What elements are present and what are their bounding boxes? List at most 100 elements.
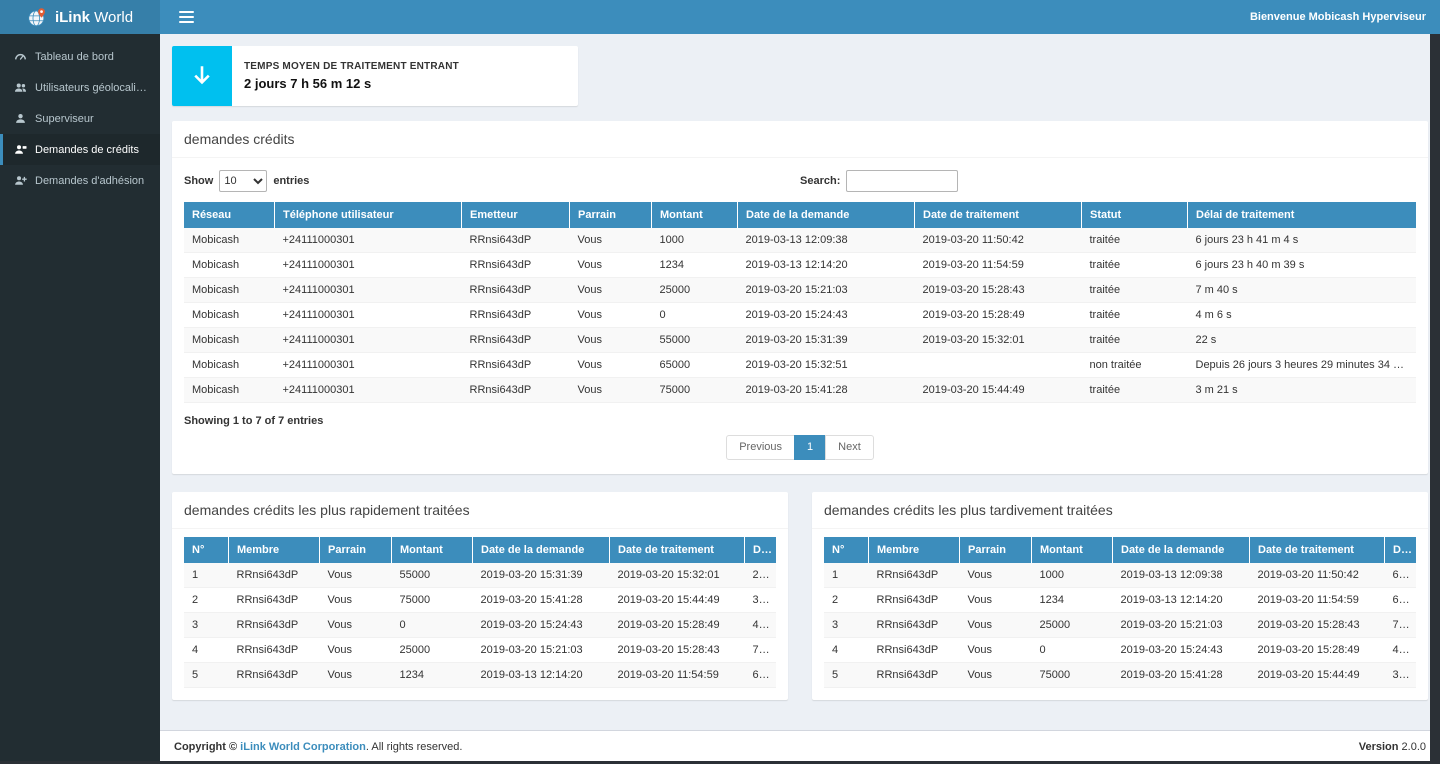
table-cell: RRnsi643dP [462,303,570,328]
table-cell: 2019-03-20 15:28:49 [610,613,745,638]
table-cell: 2019-03-20 15:28:43 [915,278,1082,303]
column-header[interactable]: Date de la demande [738,202,915,228]
slowest-table: N°MembreParrainMontantDate de la demande… [824,537,1416,688]
table-cell: 4 [184,638,229,663]
table-row: 1RRnsi643dPVous550002019-03-20 15:31:392… [184,563,776,588]
brand-title: iLink World [55,9,133,26]
table-cell: 2 [184,588,229,613]
supervisor-icon [14,112,27,125]
table-cell: 25000 [652,278,738,303]
search-input[interactable] [846,170,958,192]
sidebar-toggle-button[interactable] [172,6,201,28]
pagination-previous-button[interactable]: Previous [726,435,795,460]
table-cell [915,353,1082,378]
table-cell: 3 m 21 s [745,588,777,613]
table-cell: traitée [1082,278,1188,303]
table-cell: 1 [824,563,869,588]
column-header[interactable]: Délai de traitement [1188,202,1417,228]
table-cell: 65000 [652,353,738,378]
sidebar-item-demandes-de-cr-dits[interactable]: Demandes de crédits [0,134,160,165]
table-row: Mobicash+24111000301RRnsi643dPVous250002… [184,278,1416,303]
hamburger-icon [179,11,194,23]
column-header[interactable]: Membre [869,537,960,563]
stat-card-value: 2 jours 7 h 56 m 12 s [244,76,459,91]
table-cell: 6 jours 23 h 40 m 39 s [1188,253,1417,278]
page-length-select[interactable]: 10 [219,170,267,192]
column-header[interactable]: Montant [1032,537,1113,563]
slowest-panel-header: demandes crédits les plus tardivement tr… [812,492,1428,529]
table-cell: 25000 [1032,613,1113,638]
column-header[interactable]: N° [184,537,229,563]
table-cell: Mobicash [184,253,275,278]
table-row: 2RRnsi643dPVous12342019-03-13 12:14:2020… [824,588,1416,613]
table-cell: Vous [320,663,392,688]
column-header[interactable]: Membre [229,537,320,563]
table-cell: 6 jours 23 h 40 m 39 s [1385,588,1417,613]
sidebar-item-demandes-d-adh-sion[interactable]: Demandes d'adhésion [0,165,160,196]
column-header[interactable]: Date de la demande [1113,537,1250,563]
table-cell: Vous [960,663,1032,688]
column-header[interactable]: Parrain [960,537,1032,563]
bottom-panels-row: demandes crédits les plus rapidement tra… [172,492,1428,718]
brand-logo[interactable]: iLink World [0,0,160,34]
column-header[interactable]: Date de la demande [473,537,610,563]
pagination-page-1-button[interactable]: 1 [794,435,826,460]
fastest-panel: demandes crédits les plus rapidement tra… [172,492,788,700]
pagination-next-button[interactable]: Next [825,435,874,460]
main-content: TEMPS MOYEN DE TRAITEMENT ENTRANT 2 jour… [160,34,1440,730]
table-cell: Vous [570,353,652,378]
scrollbar[interactable] [1430,34,1440,764]
column-header[interactable]: Réseau [184,202,275,228]
table-cell: 6 jours 23 h 41 m 4 s [1385,563,1417,588]
table-row: Mobicash+24111000301RRnsi643dPVous650002… [184,353,1416,378]
column-header[interactable]: Montant [392,537,473,563]
table-row: 5RRnsi643dPVous750002019-03-20 15:41:282… [824,663,1416,688]
globe-logo-icon [27,7,48,28]
column-header[interactable]: Parrain [320,537,392,563]
table-cell: 1 [184,563,229,588]
table-cell: RRnsi643dP [229,613,320,638]
table-cell: 75000 [392,588,473,613]
sidebar-item-tableau-de-bord[interactable]: Tableau de bord [0,41,160,72]
table-cell: 4 m 6 s [745,613,777,638]
table-cell: 2019-03-20 15:41:28 [1113,663,1250,688]
sidebar-menu: Tableau de bord Utilisateurs géolocalisés… [0,34,160,196]
column-header[interactable]: Date de traitement [915,202,1082,228]
sidebar-item-superviseur[interactable]: Superviseur [0,103,160,134]
table-row: Mobicash+24111000301RRnsi643dPVous750002… [184,378,1416,403]
sidebar-item-utilisateurs-g-olocalis-s[interactable]: Utilisateurs géolocalisés [0,72,160,103]
table-cell: 2019-03-20 15:41:28 [738,378,915,403]
column-header[interactable]: Parrain [570,202,652,228]
sidebar-item-label: Superviseur [35,113,94,125]
table-cell: 25000 [392,638,473,663]
fastest-table: N°MembreParrainMontantDate de la demande… [184,537,776,688]
company-link[interactable]: iLink World Corporation [240,741,366,753]
column-header[interactable]: Délai de traitement [745,537,777,563]
table-cell: 2019-03-13 12:14:20 [473,663,610,688]
table-cell: 2019-03-20 15:32:01 [915,328,1082,353]
column-header[interactable]: Statut [1082,202,1188,228]
column-header[interactable]: Montant [652,202,738,228]
table-cell: Vous [960,588,1032,613]
column-header[interactable]: Délai de traitement [1385,537,1417,563]
table-cell: 55000 [392,563,473,588]
table-cell: 2019-03-13 12:09:38 [1113,563,1250,588]
table-row: Mobicash+24111000301RRnsi643dPVous02019-… [184,303,1416,328]
table-cell: RRnsi643dP [229,563,320,588]
table-cell: 2019-03-20 15:31:39 [738,328,915,353]
table-cell: RRnsi643dP [869,638,960,663]
table-cell: Vous [320,588,392,613]
table-cell: traitée [1082,228,1188,253]
table-cell: traitée [1082,328,1188,353]
sidebar-item-label: Tableau de bord [35,51,114,63]
column-header[interactable]: Date de traitement [1250,537,1385,563]
stat-card-avg-processing-time: TEMPS MOYEN DE TRAITEMENT ENTRANT 2 jour… [172,46,578,106]
column-header[interactable]: N° [824,537,869,563]
table-cell: 75000 [1032,663,1113,688]
table-cell: 3 m 21 s [1188,378,1417,403]
table-cell: Mobicash [184,228,275,253]
column-header[interactable]: Emetteur [462,202,570,228]
column-header[interactable]: Téléphone utilisateur [275,202,462,228]
column-header[interactable]: Date de traitement [610,537,745,563]
table-cell: RRnsi643dP [869,588,960,613]
